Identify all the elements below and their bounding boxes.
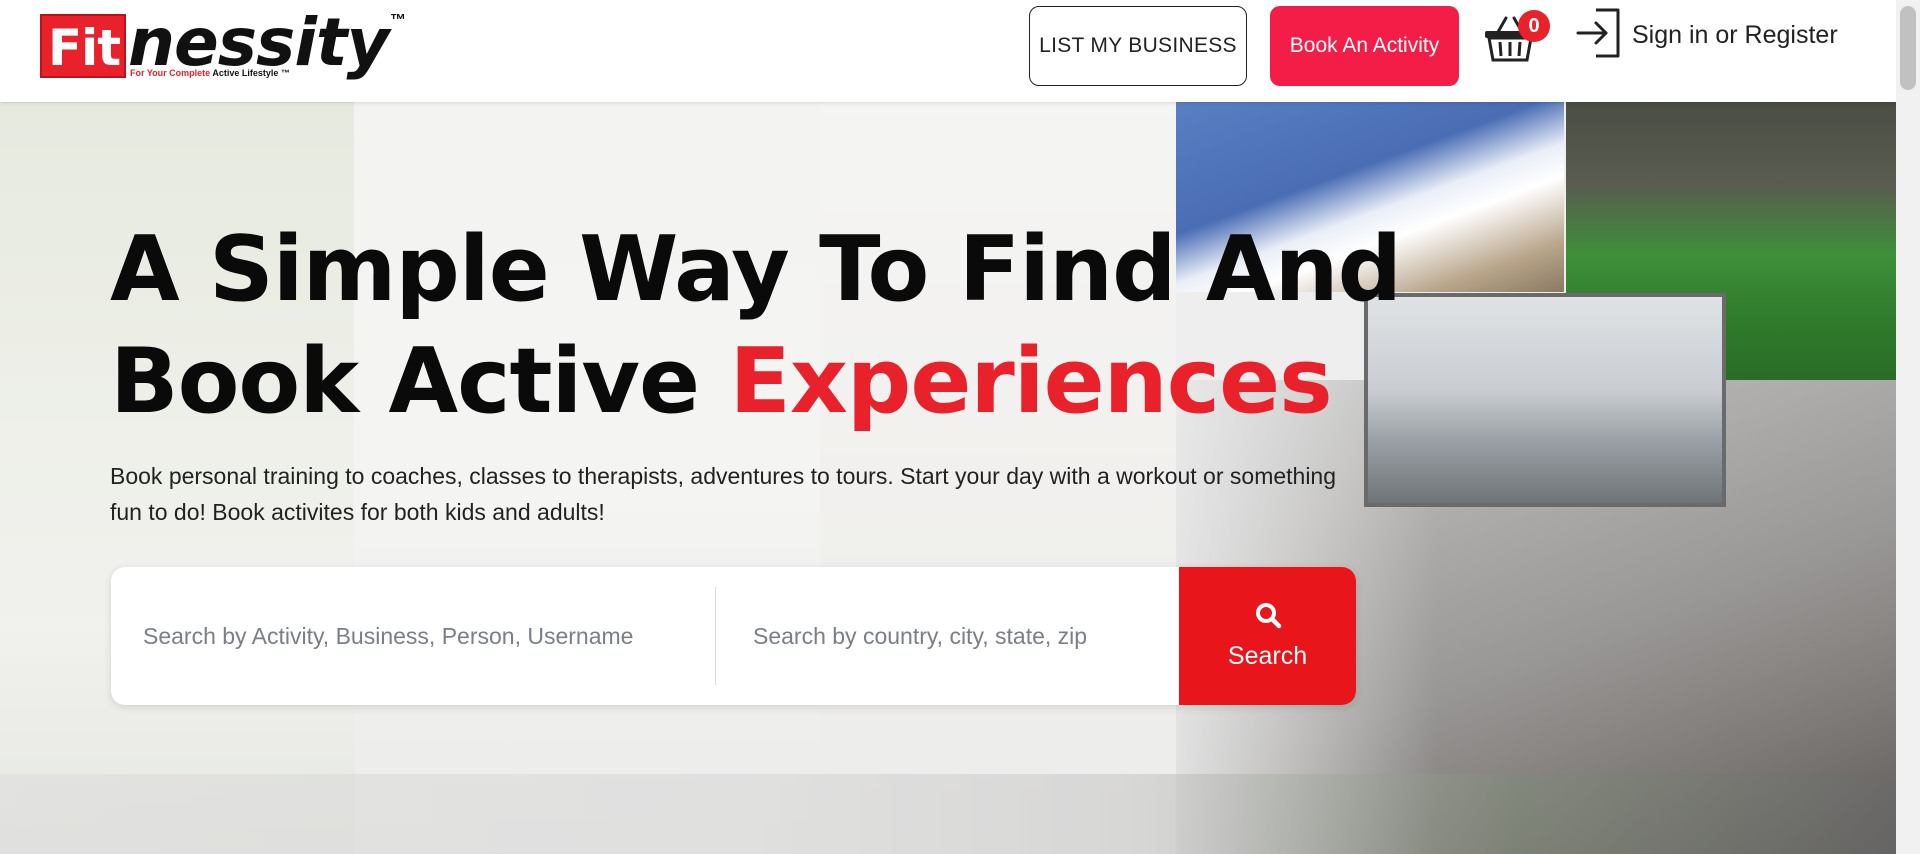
scrollbar-thumb[interactable]: [1900, 6, 1916, 90]
search-divider: [715, 587, 716, 685]
logo-tagline-dark: Active Lifestyle ™: [212, 68, 290, 78]
logo-fit-box: Fit: [40, 14, 126, 78]
hero-headline: A Simple Way To Find And Book Active Exp…: [110, 214, 1402, 438]
magnifier-icon: [1254, 601, 1282, 636]
search-bar: Search: [111, 567, 1356, 705]
page-scrollbar[interactable]: [1896, 0, 1920, 854]
hero-photo-gym: [1364, 293, 1726, 507]
shopping-basket-icon: [1482, 16, 1538, 70]
sign-in-register-link[interactable]: Sign in or Register: [1574, 8, 1838, 62]
fitnessity-logo[interactable]: Fit nessity ™ For Your Complete Active L…: [40, 8, 420, 82]
book-an-activity-button[interactable]: Book An Activity: [1270, 6, 1459, 86]
search-button[interactable]: Search: [1179, 567, 1356, 705]
hero-description: Book personal training to coaches, class…: [110, 463, 1337, 525]
search-button-label: Search: [1227, 642, 1308, 670]
headline-line-1: A Simple Way To Find And: [110, 217, 1402, 322]
headline-line-2-text: Book Active: [110, 329, 730, 434]
headline-accent-word: Experiences: [729, 329, 1332, 434]
logo-fit-text: Fit: [48, 19, 121, 77]
cart-button[interactable]: 0: [1482, 10, 1552, 66]
sign-in-label: Sign in or Register: [1632, 20, 1838, 49]
page: Fit nessity ™ For Your Complete Active L…: [0, 0, 1920, 854]
activity-search-input[interactable]: [111, 567, 715, 705]
headline-line-2: Book Active Experiences: [110, 326, 1370, 438]
logo-tagline: For Your Complete Active Lifestyle ™: [130, 68, 290, 78]
site-header: Fit nessity ™ For Your Complete Active L…: [0, 0, 1896, 102]
hero-bottom-strip: [0, 774, 1896, 854]
logo-tagline-red: For Your Complete: [130, 68, 211, 78]
list-my-business-button[interactable]: LIST MY BUSINESS: [1029, 6, 1247, 86]
location-search-input[interactable]: [721, 567, 1179, 705]
cart-count-badge: 0: [1518, 10, 1550, 42]
sign-in-icon: [1574, 6, 1624, 65]
logo-trademark: ™: [390, 12, 406, 29]
